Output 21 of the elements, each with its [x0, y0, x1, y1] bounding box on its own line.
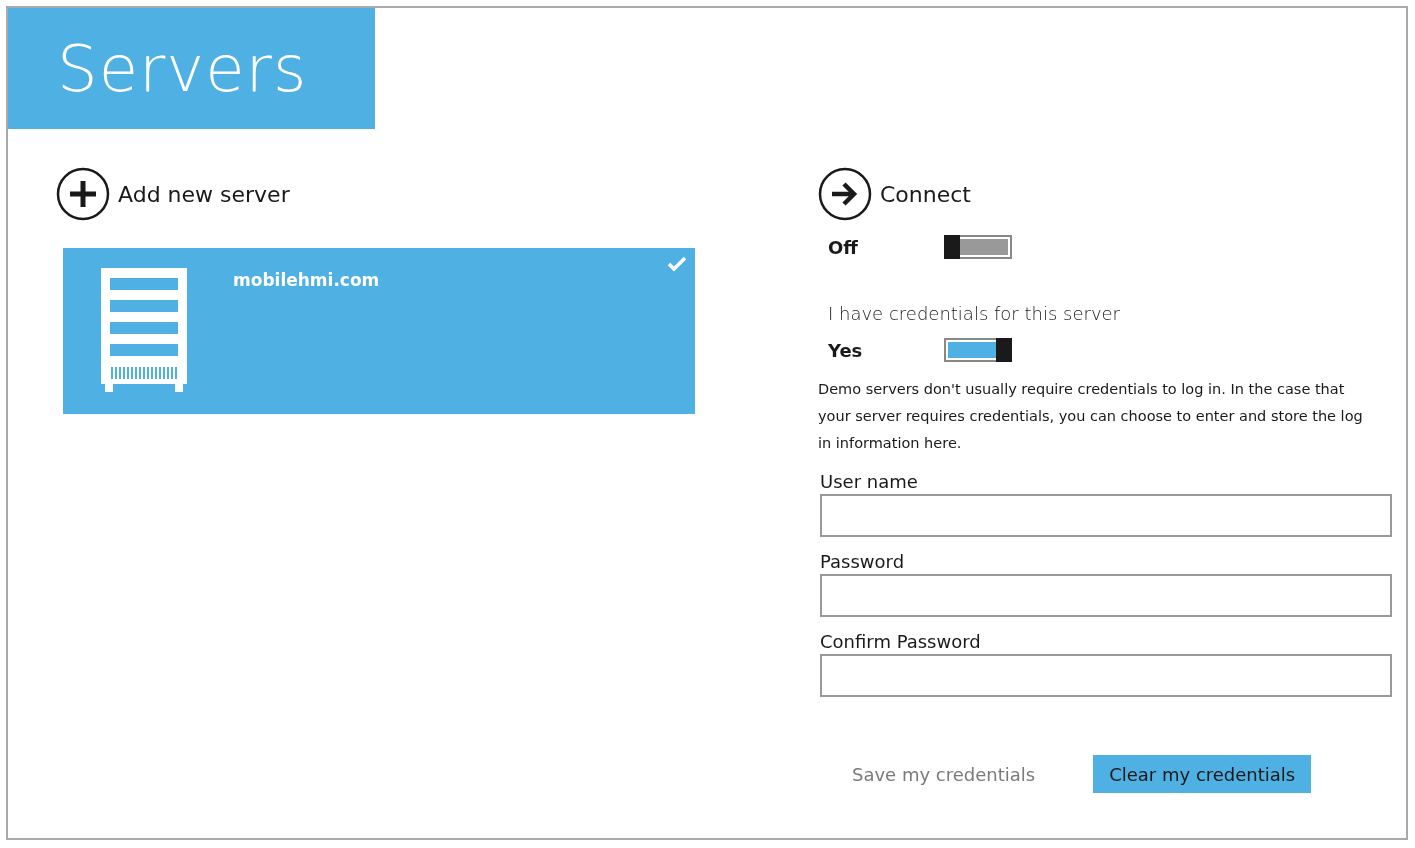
field-label: Password	[820, 551, 906, 572]
checkmark-icon	[667, 256, 687, 272]
server-rack-icon	[101, 268, 187, 392]
toggle-switch[interactable]	[944, 338, 1012, 362]
connect-button[interactable]: Connect	[818, 167, 971, 221]
toggle-switch[interactable]	[944, 235, 1012, 259]
page-title: Servers	[57, 31, 308, 106]
input-field[interactable]	[820, 494, 1392, 537]
action-button[interactable]: Clear my credentials	[1093, 755, 1312, 793]
input-field[interactable]	[820, 574, 1392, 617]
server-name: mobilehmi.com	[233, 270, 380, 290]
add-server-button[interactable]: Add new server	[56, 167, 290, 221]
toggle-label: Yes	[828, 339, 864, 361]
arrow-right-icon	[818, 167, 872, 221]
plus-icon	[56, 167, 110, 221]
field-label: User name	[820, 471, 919, 492]
toggle-label: Off	[828, 236, 859, 258]
section-label: I have credentials for this server	[828, 303, 1121, 324]
input-field[interactable]	[820, 654, 1392, 697]
help-text: Demo servers don't usually require credentials to log in. In the case that your server requires credentials, you can choose to enter and store the log in information here.	[818, 380, 1364, 453]
field-label: Confirm Password	[820, 631, 982, 652]
